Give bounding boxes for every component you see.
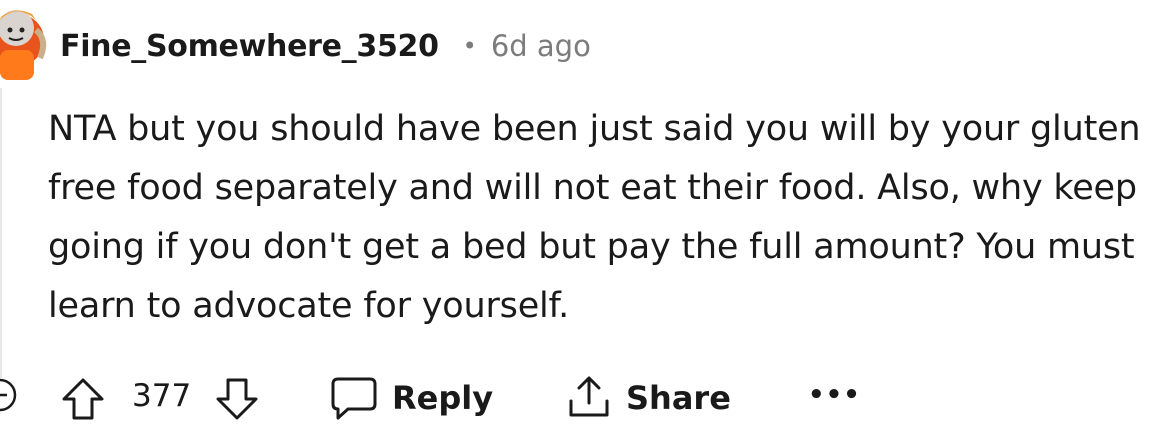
comment-actions: 377 Reply Share ••• [0, 370, 1161, 430]
share-button[interactable]: Share [566, 375, 731, 421]
meta-separator: • [462, 32, 477, 60]
reply-label: Reply [392, 379, 494, 417]
upvote-arrow-icon [62, 378, 104, 420]
reply-button[interactable]: Reply [330, 375, 493, 421]
collapse-thread-icon [0, 378, 17, 412]
speech-bubble-icon [331, 377, 377, 420]
more-options-button[interactable]: ••• [808, 380, 861, 410]
username[interactable]: Fine_Somewhere_3520 [60, 29, 439, 64]
downvote-arrow-icon [216, 378, 258, 420]
share-upload-icon [569, 376, 609, 417]
comment-header: Fine_Somewhere_3520 • 6d ago [60, 24, 591, 68]
upvote-button[interactable] [60, 377, 106, 421]
comment-body: NTA but you should have been just said y… [48, 109, 1141, 326]
vote-score: 377 [132, 378, 192, 414]
timestamp[interactable]: 6d ago [491, 29, 591, 63]
collapse-button[interactable] [0, 375, 26, 415]
downvote-button[interactable] [214, 377, 260, 421]
thread-line [0, 88, 2, 378]
share-label: Share [626, 379, 731, 417]
avatar[interactable] [0, 0, 52, 88]
avatar-icon [0, 10, 47, 80]
